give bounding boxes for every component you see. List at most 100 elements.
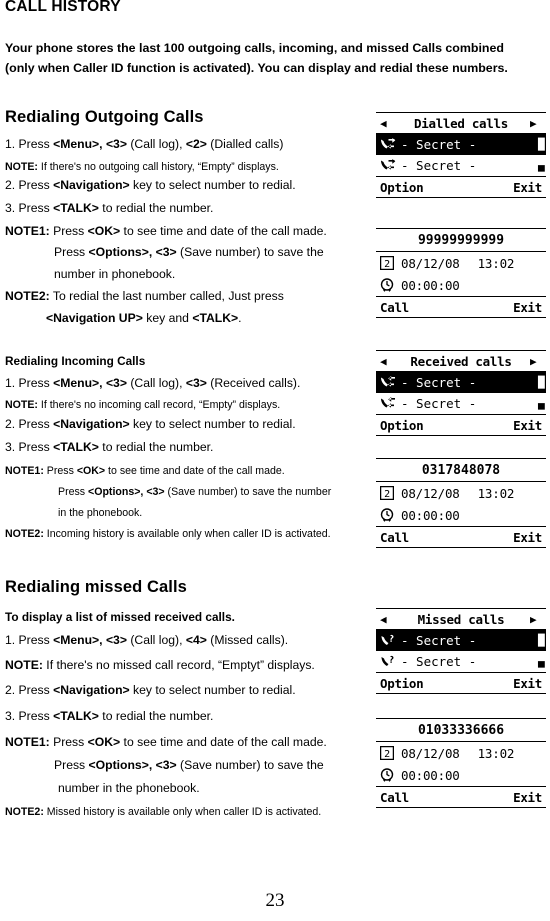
missed-detail-date: 08/12/08: [401, 745, 460, 761]
scroll-indicator: █: [538, 376, 545, 389]
received-list-title: Received calls: [410, 353, 512, 369]
svg-text:2: 2: [384, 489, 390, 500]
received-detail-duration: 00:00:00: [401, 507, 460, 523]
incoming-note1-cont: Press <Options>, <3> (Save number) to sa…: [58, 486, 332, 498]
incoming-call-icon: [380, 397, 397, 410]
missed-list-item-2[interactable]: - Secret - ▄: [376, 651, 546, 672]
outgoing-note1-cont: Press <Options>, <3> (Save number) to sa…: [54, 245, 324, 259]
screen-missed-call-detail: 01033336666 2 08/12/08 13:02 00:00:00 Ca…: [376, 718, 546, 808]
received-detail-duration-row: 00:00:00: [376, 504, 546, 526]
missed-note1-cont2: number in the phonebook.: [58, 781, 200, 795]
prev-arrow-icon[interactable]: ◀: [380, 356, 392, 367]
next-arrow-icon[interactable]: ▶: [530, 118, 542, 129]
missed-note1-cont: Press <Options>, <3> (Save number) to sa…: [54, 758, 324, 772]
svg-text:2: 2: [384, 259, 390, 270]
softkey-option[interactable]: Option: [380, 418, 424, 433]
received-detail-softkeys: Call Exit: [376, 526, 546, 547]
incoming-note1-cont2: in the phonebook.: [58, 507, 143, 519]
softkey-exit[interactable]: Exit: [513, 418, 542, 433]
missed-detail-duration: 00:00:00: [401, 767, 460, 783]
received-list-item-2[interactable]: - Secret - ▄: [376, 393, 546, 414]
dialled-detail-duration: 00:00:00: [401, 277, 460, 293]
softkey-exit[interactable]: Exit: [513, 300, 542, 315]
dialled-list-item-2[interactable]: - Secret - ▄: [376, 155, 546, 176]
heading-redialing-outgoing-calls: Redialing Outgoing Calls: [5, 108, 204, 126]
calendar-icon: 2: [380, 746, 396, 760]
softkey-option[interactable]: Option: [380, 180, 424, 195]
incoming-step-3: 3. Press <TALK> to redial the number.: [5, 440, 214, 454]
svg-text:2: 2: [384, 749, 390, 760]
dialled-detail-duration-row: 00:00:00: [376, 274, 546, 296]
outgoing-call-icon: [380, 138, 397, 151]
missed-step-2: 2. Press <Navigation> key to select numb…: [5, 683, 296, 697]
clock-icon: [380, 278, 396, 292]
calendar-icon: 2: [380, 486, 396, 500]
calendar-icon: 2: [380, 256, 396, 270]
prev-arrow-icon[interactable]: ◀: [380, 614, 392, 625]
softkey-exit[interactable]: Exit: [513, 180, 542, 195]
dialled-detail-date: 08/12/08: [401, 255, 460, 271]
received-list-item-1-label: - Secret -: [401, 375, 477, 390]
softkey-call[interactable]: Call: [380, 790, 409, 805]
dialled-detail-datetime-row: 2 08/12/08 13:02: [376, 252, 546, 274]
softkey-exit[interactable]: Exit: [513, 676, 542, 691]
softkey-option[interactable]: Option: [380, 676, 424, 691]
heading-redialing-incoming-calls: Redialing Incoming Calls: [5, 354, 146, 368]
next-arrow-icon[interactable]: ▶: [530, 356, 542, 367]
received-list-softkeys: Option Exit: [376, 414, 546, 435]
outgoing-note: NOTE: If there's no outgoing call histor…: [5, 161, 279, 173]
dialled-list-item-1[interactable]: - Secret - █: [376, 134, 546, 155]
incoming-step-2: 2. Press <Navigation> key to select numb…: [5, 417, 296, 431]
softkey-exit[interactable]: Exit: [513, 530, 542, 545]
missed-note1: NOTE1: Press <OK> to see time and date o…: [5, 735, 327, 749]
missed-step-1: 1. Press <Menu>, <3> (Call log), <4> (Mi…: [5, 633, 289, 647]
missed-list-item-2-label: - Secret -: [401, 654, 477, 669]
received-detail-date: 08/12/08: [401, 485, 460, 501]
dialled-list-item-1-label: - Secret -: [401, 137, 477, 152]
missed-note2: NOTE2: Missed history is available only …: [5, 806, 322, 818]
scroll-down-indicator: ▄: [538, 655, 545, 668]
clock-icon: [380, 768, 396, 782]
missed-list-softkeys: Option Exit: [376, 672, 546, 693]
outgoing-note2: NOTE2: To redial the last number called,…: [5, 289, 284, 303]
prev-arrow-icon[interactable]: ◀: [380, 118, 392, 129]
intro-line-1: Your phone stores the last 100 outgoing …: [5, 41, 504, 55]
missed-call-icon: [380, 655, 397, 668]
received-detail-time: 13:02: [477, 485, 515, 501]
outgoing-step-2: 2. Press <Navigation> key to select numb…: [5, 178, 296, 192]
softkey-call[interactable]: Call: [380, 300, 409, 315]
incoming-note2: NOTE2: Incoming history is available onl…: [5, 528, 331, 540]
intro-line-2: (only when Caller ID function is activat…: [5, 61, 508, 75]
incoming-note: NOTE: If there's no incoming call record…: [5, 399, 281, 411]
outgoing-note1-cont2: number in phonebook.: [54, 267, 176, 281]
received-detail-number: 0317848078: [376, 459, 546, 482]
missed-detail-duration-row: 00:00:00: [376, 764, 546, 786]
dialled-detail-time: 13:02: [477, 255, 515, 271]
outgoing-note1: NOTE1: Press <OK> to see time and date o…: [5, 224, 327, 238]
softkey-exit[interactable]: Exit: [513, 790, 542, 805]
next-arrow-icon[interactable]: ▶: [530, 614, 542, 625]
scroll-indicator: █: [538, 138, 545, 151]
screen-dialled-calls-list: ◀ Dialled calls ▶ - Secret - █ - Secret …: [376, 112, 546, 198]
received-list-item-1[interactable]: - Secret - █: [376, 372, 546, 393]
scroll-down-indicator: ▄: [538, 159, 545, 172]
missed-call-icon: [380, 634, 397, 647]
softkey-call[interactable]: Call: [380, 530, 409, 545]
clock-icon: [380, 508, 396, 522]
missed-subheading: To display a list of missed received cal…: [5, 610, 235, 624]
missed-list-item-1-label: - Secret -: [401, 633, 477, 648]
missed-note: NOTE: If there's no missed call record, …: [5, 658, 315, 672]
dialled-list-titlebar: ◀ Dialled calls ▶: [376, 113, 546, 134]
outgoing-call-icon: [380, 159, 397, 172]
page-title: CALL HISTORY: [5, 0, 121, 15]
dialled-list-softkeys: Option Exit: [376, 176, 546, 197]
missed-list-item-1[interactable]: - Secret - █: [376, 630, 546, 651]
heading-redialing-missed-calls: Redialing missed Calls: [5, 578, 187, 596]
missed-list-titlebar: ◀ Missed calls ▶: [376, 609, 546, 630]
outgoing-step-3: 3. Press <TALK> to redial the number.: [5, 201, 214, 215]
received-list-titlebar: ◀ Received calls ▶: [376, 351, 546, 372]
dialled-detail-number: 99999999999: [376, 229, 546, 252]
incoming-step-1: 1. Press <Menu>, <3> (Call log), <3> (Re…: [5, 376, 301, 390]
outgoing-note2-cont: <Navigation UP> key and <TALK>.: [46, 311, 242, 325]
missed-detail-softkeys: Call Exit: [376, 786, 546, 807]
